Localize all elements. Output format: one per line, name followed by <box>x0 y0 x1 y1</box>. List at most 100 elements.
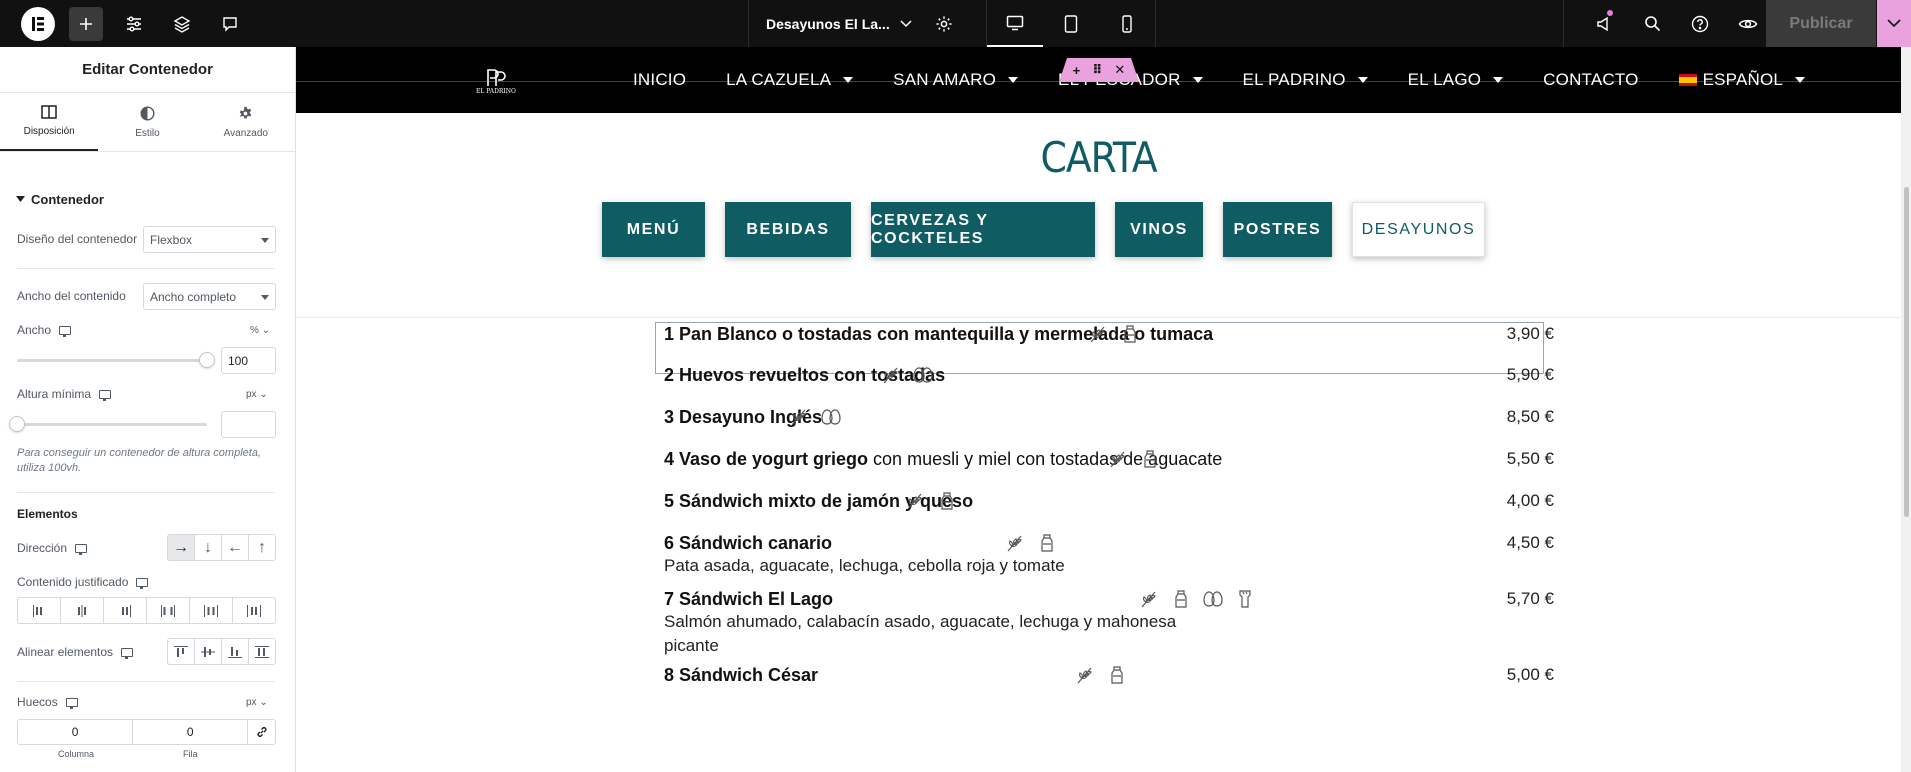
min-height-unit-select[interactable]: px ⌄ <box>246 389 268 400</box>
desktop-icon <box>65 697 78 709</box>
category-button[interactable]: CERVEZAS Y COCKTELES <box>871 202 1095 257</box>
nav-item[interactable]: EL PADRINO <box>1243 70 1368 90</box>
menu-item-price: 5,70 € <box>1506 589 1554 608</box>
category-button[interactable]: DESAYUNOS <box>1352 202 1485 257</box>
notification-dot <box>1607 10 1613 16</box>
add-icon[interactable]: + <box>1073 63 1081 78</box>
publish-button[interactable]: Publicar <box>1766 0 1876 47</box>
menu-item[interactable]: 2 Huevos revueltos con tostadas 5,90 € <box>664 365 1554 386</box>
container-design-select[interactable]: Flexbox <box>143 226 276 253</box>
nav-item[interactable]: SAN AMARO <box>893 70 1019 90</box>
justify-content-control <box>17 597 276 624</box>
close-icon[interactable]: ✕ <box>1114 62 1125 78</box>
align-end-icon[interactable] <box>222 639 249 664</box>
width-input[interactable]: 100 <box>221 347 276 374</box>
min-height-input[interactable] <box>221 411 276 438</box>
direction-column-button[interactable]: ↓ <box>195 535 222 560</box>
desktop-icon <box>121 647 134 659</box>
width-slider-handle[interactable] <box>199 352 215 368</box>
category-button[interactable]: MENÚ <box>602 202 705 257</box>
layout-icon <box>41 105 57 119</box>
whats-new-megaphone-icon[interactable] <box>1580 0 1628 47</box>
align-stretch-icon[interactable] <box>249 639 275 664</box>
justify-start-icon[interactable] <box>18 598 61 623</box>
align-center-icon[interactable] <box>195 639 222 664</box>
category-button[interactable]: POSTRES <box>1223 202 1332 257</box>
justify-center-icon[interactable] <box>61 598 104 623</box>
nav-item[interactable]: CONTACTO <box>1543 70 1638 90</box>
width-unit-select[interactable]: % ⌄ <box>250 325 270 336</box>
menu-item[interactable]: 4 Vaso de yogurt griego con muesli y mie… <box>664 449 1554 470</box>
justify-space-around-icon[interactable] <box>190 598 233 623</box>
editor-panel: Editar Contenedor Disposición Estilo Ava… <box>0 47 296 772</box>
elementor-logo-icon[interactable] <box>21 6 55 41</box>
nav-item[interactable]: INICIO <box>633 70 686 90</box>
nav-item-label: EL LAGO <box>1407 70 1482 89</box>
align-items-control <box>167 638 276 665</box>
add-element-button[interactable] <box>69 6 103 41</box>
publish-options-button[interactable] <box>1877 0 1911 47</box>
drag-handle-icon[interactable]: ⠿ <box>1092 62 1102 78</box>
document-title-dropdown[interactable]: Desayunos El La... <box>748 0 918 47</box>
search-icon[interactable] <box>1628 0 1676 47</box>
notes-comment-icon[interactable] <box>213 7 247 41</box>
gluten-icon <box>1004 532 1026 554</box>
direction-row-reverse-button[interactable]: ← <box>222 535 249 560</box>
nav-item[interactable]: ESPAÑOL <box>1678 70 1806 90</box>
align-start-icon[interactable] <box>168 639 195 664</box>
gap-column-input[interactable]: 0 <box>18 720 134 744</box>
justify-end-icon[interactable] <box>104 598 147 623</box>
gaps-unit-select[interactable]: px ⌄ <box>246 697 268 708</box>
menu-item[interactable]: 5 Sándwich mixto de jamón y queso 4,00 € <box>664 491 1554 512</box>
category-button[interactable]: BEBIDAS <box>725 202 851 257</box>
gap-row-input[interactable]: 0 <box>133 720 249 744</box>
milk-icon <box>1106 664 1128 686</box>
tab-label: Estilo <box>135 127 160 139</box>
direction-column-reverse-button[interactable]: ↑ <box>249 535 275 560</box>
direction-row-button[interactable]: → <box>168 535 195 560</box>
menu-item[interactable]: 6 Sándwich canario Pata asada, aguacate, … <box>664 533 1554 578</box>
logo-caption: EL PADRINO <box>476 88 516 95</box>
allergen-icons <box>1087 323 1141 345</box>
nav-item[interactable]: LA CAZUELA <box>726 70 854 90</box>
justify-space-evenly-icon[interactable] <box>233 598 275 623</box>
responsive-device-switcher <box>986 0 1156 47</box>
help-icon[interactable] <box>1676 0 1724 47</box>
link-values-icon[interactable] <box>248 720 275 744</box>
container-design-label: Diseño del contenedor <box>17 232 138 246</box>
preview-eye-icon[interactable] <box>1724 0 1772 47</box>
tab-advanced[interactable]: Avanzado <box>197 93 295 151</box>
menu-item[interactable]: 3 Desayuno Inglés 8,50 € <box>664 407 1554 428</box>
align-label: Alinear elementos <box>17 645 114 659</box>
menu-item-desc: con muesli y miel con tostadas de aguaca… <box>868 449 1223 469</box>
tab-layout[interactable]: Disposición <box>0 93 99 151</box>
min-height-hint: Para conseguir un contenedor de altura c… <box>17 447 261 474</box>
justify-space-between-icon[interactable] <box>147 598 190 623</box>
min-height-slider-track[interactable] <box>17 423 207 426</box>
allergen-icons <box>1074 664 1128 686</box>
structure-layers-icon[interactable] <box>165 7 199 41</box>
tab-style[interactable]: Estilo <box>98 93 196 151</box>
desktop-device-icon[interactable] <box>987 0 1043 47</box>
scrollbar-thumb[interactable] <box>1904 187 1909 517</box>
category-button[interactable]: VINOS <box>1115 202 1203 257</box>
menu-item[interactable]: 7 Sándwich El Lago Salmón ahumado, calaba… <box>664 589 1554 658</box>
menu-item-ingredients: Pata asada, aguacate, lechuga, cebolla r… <box>664 556 1065 575</box>
section-title: Contenedor <box>31 191 104 207</box>
page-settings-gear-icon[interactable] <box>922 0 966 47</box>
egg-icon <box>820 406 842 428</box>
nav-item-label: EL PADRINO <box>1242 70 1346 89</box>
width-slider-track[interactable] <box>17 359 207 362</box>
section-toggle-contenedor[interactable]: Contenedor <box>0 152 295 213</box>
nav-item[interactable]: EL LAGO <box>1408 70 1504 90</box>
site-settings-icon[interactable] <box>117 7 151 41</box>
menu-item[interactable]: 1 Pan Blanco o tostadas con mantequilla … <box>664 324 1554 345</box>
menu-item[interactable]: 8 Sándwich César 5,00 € <box>664 665 1554 686</box>
tablet-device-icon[interactable] <box>1043 0 1099 47</box>
site-logo[interactable]: EL PADRINO <box>476 60 516 96</box>
mobile-device-icon[interactable] <box>1099 0 1155 47</box>
align-label-row: Alinear elementos <box>17 645 134 659</box>
container-edit-handle[interactable]: + ⠿ ✕ <box>1059 58 1139 82</box>
content-width-select[interactable]: Ancho completo <box>143 283 276 310</box>
min-height-slider-handle[interactable] <box>9 416 25 432</box>
